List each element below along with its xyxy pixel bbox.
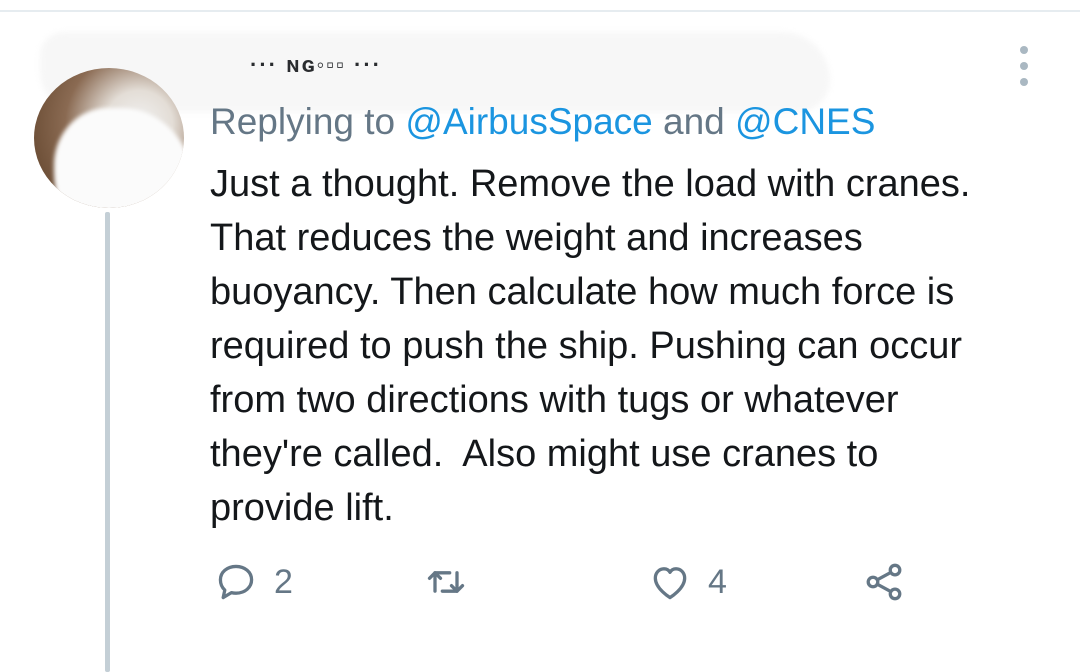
like-count: 4 [708,562,727,601]
dot [1020,78,1028,86]
author-name[interactable]: ··· ɴɢ◦▫▫ ··· [250,52,382,82]
reply-bubble-icon [218,564,254,600]
more-vertical-icon[interactable] [1012,46,1036,86]
tweet-text: Just a thought. Remove the load with cra… [210,163,971,529]
dot [1020,62,1028,70]
retweet-icon [427,571,465,593]
avatar[interactable] [34,68,184,208]
heart-icon [653,567,687,600]
reply-count: 2 [274,562,293,601]
replying-to: Replying to @AirbusSpace and @CNES [210,100,1030,144]
retweet-button[interactable] [424,558,484,606]
share-button[interactable] [862,558,906,606]
mention-joiner: and [652,101,736,142]
tweet[interactable]: ··· ɴɢ◦▫▫ ··· Replying to @AirbusSpace a… [0,12,1080,672]
reply-button[interactable]: 2 [214,558,293,606]
action-bar: 2 4 [0,558,1080,608]
dot [1020,46,1028,54]
share-icon [866,563,902,601]
like-button[interactable]: 4 [648,558,727,606]
avatar-redaction [54,108,184,208]
mention-airbusspace[interactable]: @AirbusSpace [405,101,652,142]
mention-cnes[interactable]: @CNES [735,101,875,142]
reply-prefix: Replying to [210,101,406,142]
